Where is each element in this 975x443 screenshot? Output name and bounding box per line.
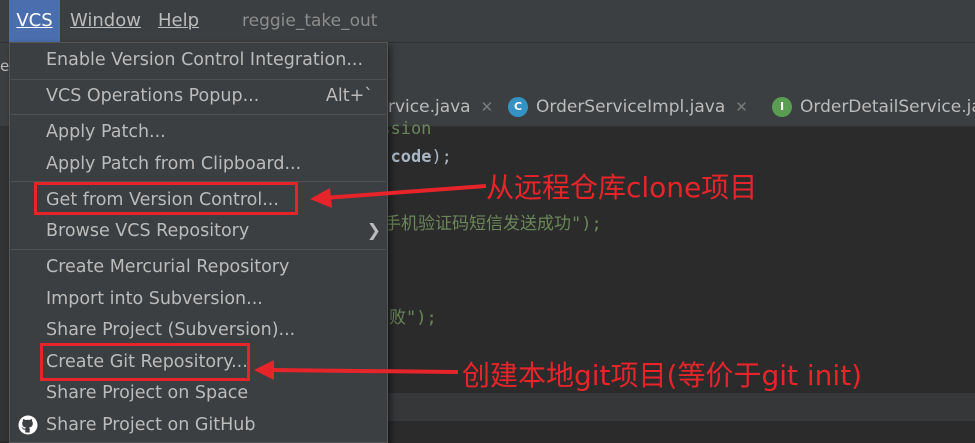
arrow-head-clone: [310, 188, 332, 208]
annotation-git-init: 创建本地git项目(等价于git init): [462, 359, 863, 392]
arrow-head-git-init: [254, 360, 274, 380]
arrow-line-git-init: [269, 368, 459, 374]
annotation-clone: 从远程仓库clone项目: [486, 171, 758, 204]
arrow-line-clone: [323, 184, 487, 200]
